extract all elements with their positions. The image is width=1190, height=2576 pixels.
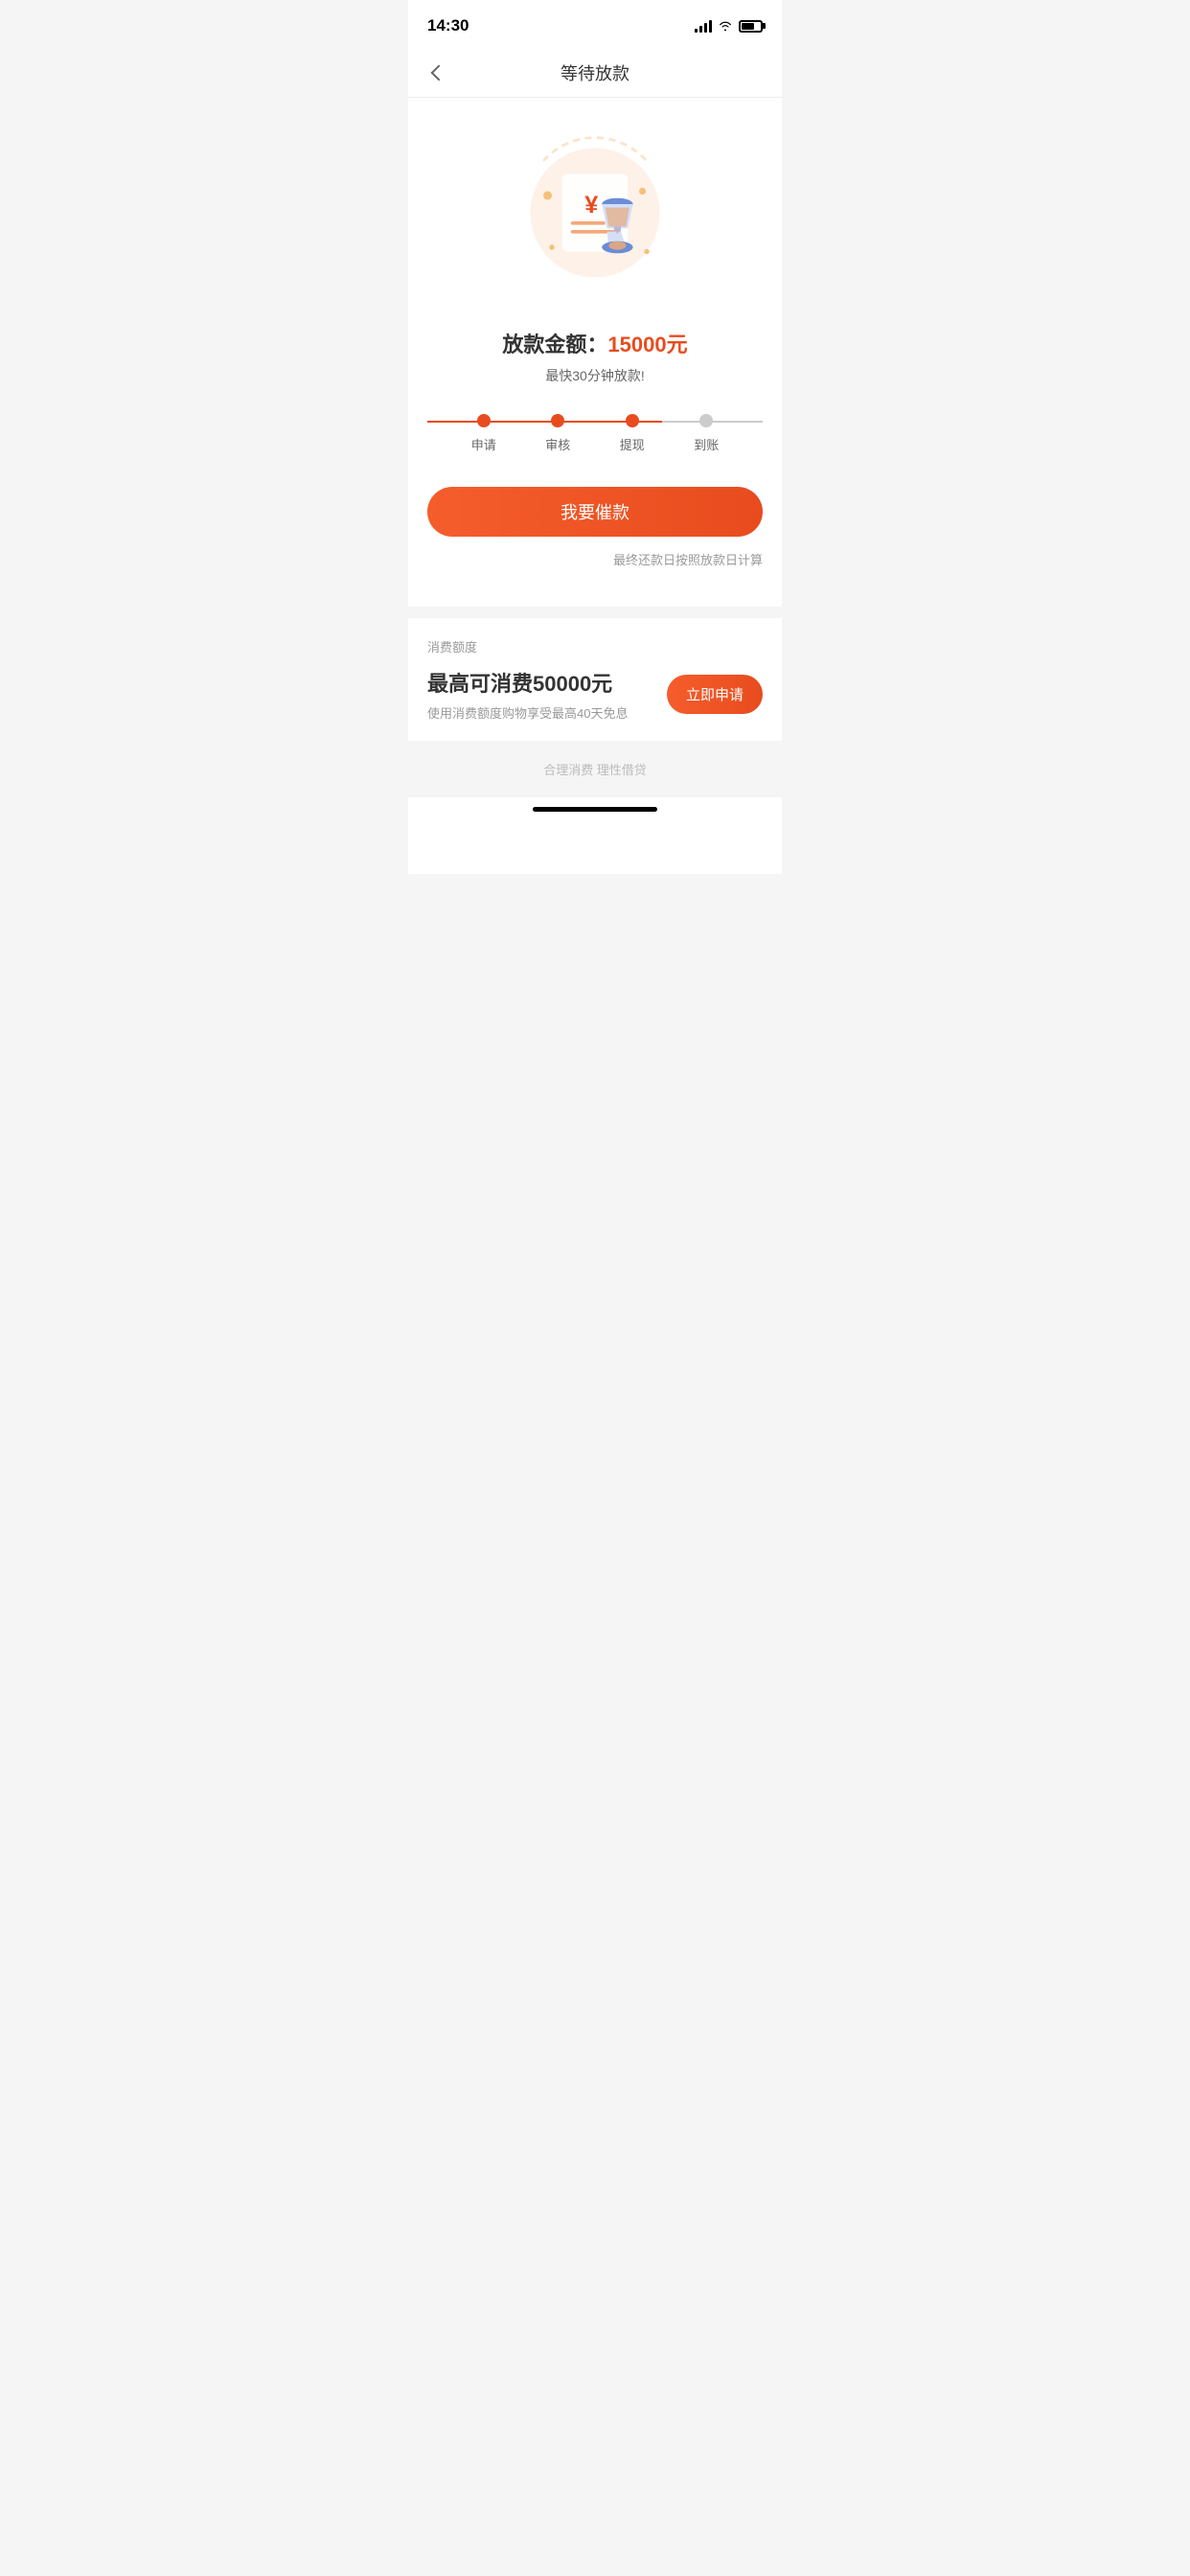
home-indicator bbox=[408, 797, 782, 827]
step-label-apply: 申请 bbox=[471, 435, 496, 453]
consumption-card: 消费额度 最高可消费50000元 使用消费额度购物享受最高40天免息 立即申请 bbox=[408, 618, 782, 741]
step-label-review: 审核 bbox=[545, 435, 570, 453]
card-label: 消费额度 bbox=[427, 637, 763, 656]
footer-spacer bbox=[408, 797, 782, 874]
step-label-withdraw: 提现 bbox=[620, 435, 645, 453]
steps-progress: 申请 审核 提现 到账 bbox=[427, 414, 763, 453]
battery-icon bbox=[739, 20, 763, 33]
card-amount: 最高可消费50000元 bbox=[427, 667, 667, 698]
hourglass-illustration: ¥ bbox=[509, 126, 681, 299]
status-icons bbox=[695, 19, 763, 33]
urge-button[interactable]: 我要催款 bbox=[427, 487, 763, 537]
apply-now-button[interactable]: 立即申请 bbox=[667, 675, 763, 714]
step-label-arrived: 到账 bbox=[694, 435, 719, 453]
svg-text:¥: ¥ bbox=[584, 192, 598, 218]
nav-bar: 等待放款 bbox=[408, 48, 782, 98]
signal-icon bbox=[695, 19, 712, 33]
status-bar: 14:30 bbox=[408, 0, 782, 48]
home-bar bbox=[533, 807, 657, 812]
card-info: 最高可消费50000元 使用消费额度购物享受最高40天免息 bbox=[427, 667, 667, 722]
step-dot-apply bbox=[477, 414, 491, 427]
step-dot-arrived bbox=[699, 414, 713, 427]
footer-text: 合理消费 理性借贷 bbox=[408, 741, 782, 797]
wifi-icon bbox=[718, 20, 733, 32]
disclaimer-text: 最终还款日按照放款日计算 bbox=[427, 550, 763, 568]
amount-title: 放款金额：15000元 bbox=[427, 328, 763, 358]
back-button[interactable] bbox=[423, 58, 454, 88]
card-content: 最高可消费50000元 使用消费额度购物享受最高40天免息 立即申请 bbox=[427, 667, 763, 722]
card-desc: 使用消费额度购物享受最高40天免息 bbox=[427, 703, 667, 722]
main-section: ¥ bbox=[408, 98, 782, 607]
nav-title: 等待放款 bbox=[561, 60, 629, 85]
illustration-container: ¥ bbox=[427, 126, 763, 299]
step-dot-withdraw bbox=[626, 414, 639, 427]
amount-label: 放款金额： bbox=[502, 333, 607, 356]
status-time: 14:30 bbox=[427, 16, 469, 35]
amount-section: 放款金额：15000元 最快30分钟放款! bbox=[427, 328, 763, 385]
step-dot-review bbox=[551, 414, 564, 427]
amount-value: 15000元 bbox=[607, 333, 687, 356]
amount-subtitle: 最快30分钟放款! bbox=[427, 366, 763, 385]
